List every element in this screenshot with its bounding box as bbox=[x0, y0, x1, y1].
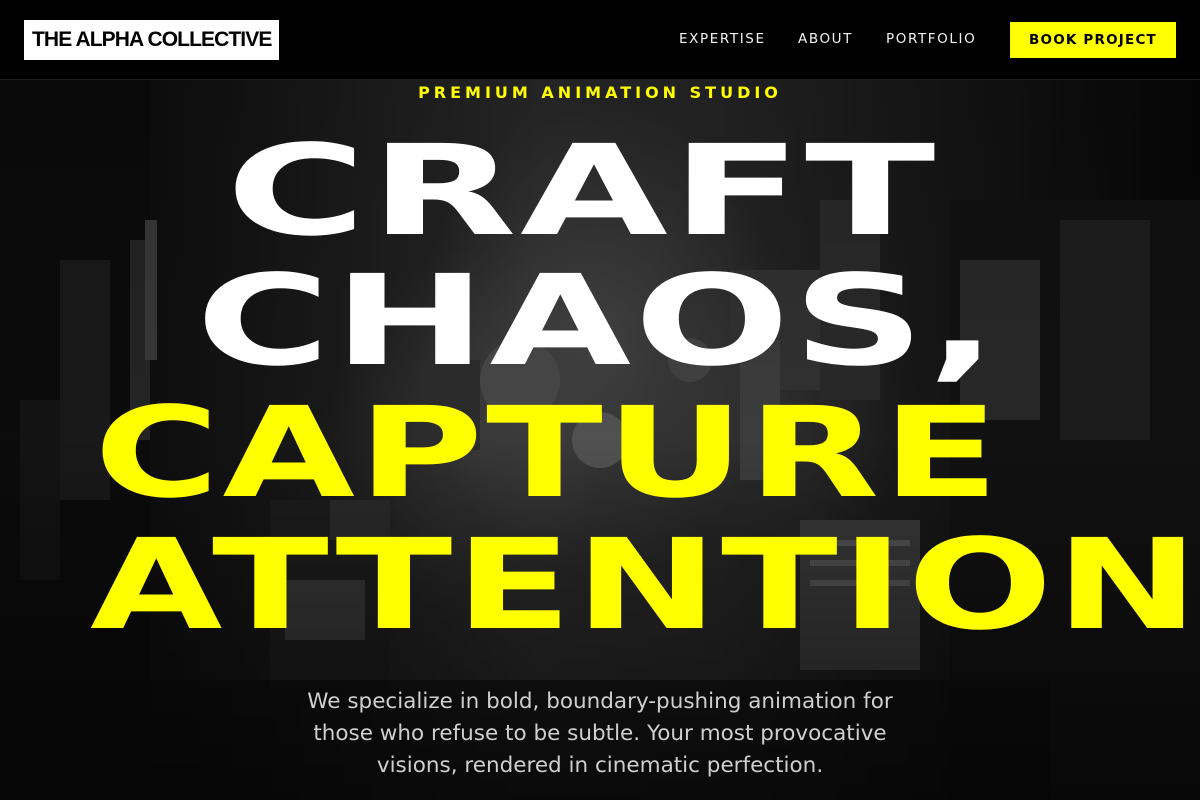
headline-word-capture: CAPTURE bbox=[94, 379, 1002, 526]
nav-link-expertise[interactable]: EXPERTISE bbox=[679, 31, 766, 47]
headline-word-chaos: CHAOS, bbox=[196, 247, 1001, 394]
site-header: THE ALPHA COLLECTIVE EXPERTISE ABOUT POR… bbox=[0, 0, 1200, 80]
nav-link-about[interactable]: ABOUT bbox=[798, 31, 853, 47]
headline-word-craft: CRAFT bbox=[226, 117, 939, 264]
brand-logo[interactable]: THE ALPHA COLLECTIVE bbox=[24, 20, 280, 60]
nav-link-portfolio[interactable]: PORTFOLIO bbox=[886, 31, 976, 47]
hero-description: We specialize in bold, boundary-pushing … bbox=[307, 688, 893, 778]
headline-word-attention: ATTENTION bbox=[90, 511, 1200, 658]
hero-eyebrow: PREMIUM ANIMATION STUDIO bbox=[418, 83, 782, 102]
page: THE ALPHA COLLECTIVE EXPERTISE ABOUT POR… bbox=[0, 0, 1200, 800]
book-project-button[interactable]: BOOK PROJECT bbox=[1010, 22, 1176, 58]
